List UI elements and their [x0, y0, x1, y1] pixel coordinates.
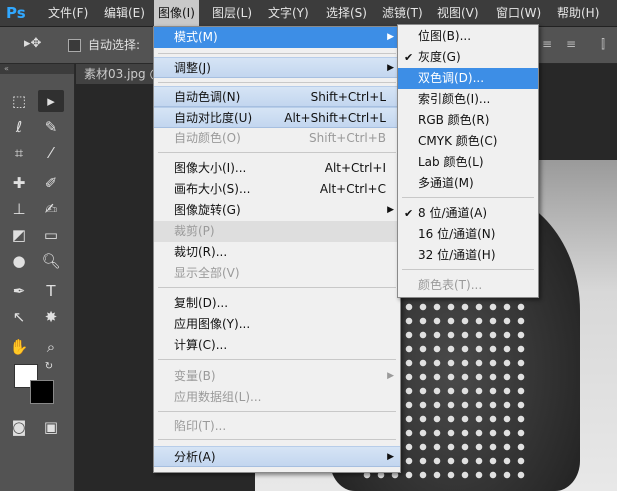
menu-image[interactable]: 图像(I): [154, 0, 199, 26]
history-brush-icon[interactable]: ✍: [38, 198, 64, 220]
mode-item-rgb[interactable]: RGB 颜色(R): [398, 110, 538, 131]
marquee-icon[interactable]: ⬚: [6, 90, 32, 112]
menu-item-reveal-all: 显示全部(V): [174, 266, 240, 280]
photoshop-logo: Ps: [6, 4, 26, 22]
gradient-icon[interactable]: ▭: [38, 224, 64, 246]
menu-item-adjustments[interactable]: 调整(J) ▶: [154, 57, 400, 78]
dodge-icon[interactable]: 🔍︎: [38, 250, 64, 272]
eyedropper-icon[interactable]: ⁄: [38, 142, 64, 164]
menu-edit[interactable]: 编辑(E): [100, 0, 149, 26]
zoom-icon[interactable]: ⌕: [38, 336, 64, 358]
pen-icon[interactable]: ✒: [6, 280, 32, 302]
menu-layer[interactable]: 图层(L): [208, 0, 256, 26]
path-select-icon[interactable]: ↖: [6, 306, 32, 328]
menu-separator: [158, 82, 396, 83]
mode-item-8bit[interactable]: ✔ 8 位/通道(A): [398, 203, 538, 224]
menu-item-duplicate[interactable]: 复制(D)...: [154, 293, 400, 314]
menu-item-apply-image[interactable]: 应用图像(Y)...: [154, 314, 400, 335]
submenu-arrow-icon: ▶: [387, 63, 394, 73]
align-icon[interactable]: ≡: [540, 37, 554, 51]
menu-item-trap: 陷印(T)...: [174, 419, 227, 433]
swap-colors-icon[interactable]: ↻: [36, 356, 62, 378]
stamp-icon[interactable]: ⊥: [6, 198, 32, 220]
healing-brush-icon[interactable]: ✚: [6, 172, 32, 194]
screen-mode-icon[interactable]: ▣: [38, 416, 64, 438]
quick-select-icon[interactable]: ✎: [38, 116, 64, 138]
checkmark-icon: ✔: [404, 207, 414, 220]
document-tab[interactable]: 素材03.jpg @: [76, 64, 164, 84]
mode-item-indexed-color[interactable]: 索引颜色(I)...: [398, 89, 538, 110]
menu-item-mode[interactable]: 模式(M) ▶: [154, 27, 400, 48]
background-color-swatch[interactable]: [30, 380, 54, 404]
menu-type[interactable]: 文字(Y): [264, 0, 313, 26]
mode-submenu: 位图(B)... ✔ 灰度(G) 双色调(D)... 索引颜色(I)... RGB…: [397, 24, 539, 298]
move-icon[interactable]: ▸: [38, 90, 64, 112]
toolbox-collapse-icon[interactable]: «: [0, 64, 74, 74]
auto-select-label: 自动选择:: [88, 38, 141, 52]
menu-help[interactable]: 帮助(H): [553, 0, 603, 26]
menu-file[interactable]: 文件(F): [44, 0, 92, 26]
menu-separator: [158, 152, 396, 153]
align-center-icon[interactable]: ≡: [564, 37, 578, 51]
menu-bar: Ps 文件(F) 编辑(E) 图像(I) 图层(L) 文字(Y) 选择(S) 滤…: [0, 0, 617, 27]
submenu-arrow-icon: ▶: [387, 452, 394, 462]
menu-separator: [158, 53, 396, 54]
mode-item-16bit[interactable]: 16 位/通道(N): [398, 224, 538, 245]
mode-item-color-table: 颜色表(T)...: [418, 278, 483, 292]
shape-icon[interactable]: ✸: [38, 306, 64, 328]
menu-item-auto-color: 自动颜色(O) Shift+Ctrl+B: [174, 131, 386, 145]
menu-item-apply-data-set: 应用数据组(L)...: [174, 390, 262, 404]
checkmark-icon: ✔: [404, 51, 414, 64]
menu-item-image-rotation[interactable]: 图像旋转(G) ▶: [154, 200, 400, 221]
mode-item-bitmap[interactable]: 位图(B)...: [398, 26, 538, 47]
brush-icon[interactable]: ✐: [38, 172, 64, 194]
distribute-icon[interactable]: ⫿: [596, 37, 610, 51]
submenu-arrow-icon: ▶: [387, 32, 394, 42]
mode-item-lab[interactable]: Lab 颜色(L): [398, 152, 538, 173]
menu-item-image-size[interactable]: 图像大小(I)... Alt+Ctrl+I: [154, 158, 400, 179]
submenu-arrow-icon: ▶: [387, 371, 394, 381]
menu-item-canvas-size[interactable]: 画布大小(S)... Alt+Ctrl+C: [154, 179, 400, 200]
menu-filter[interactable]: 滤镜(T): [378, 0, 427, 26]
eraser-icon[interactable]: ◩: [6, 224, 32, 246]
mode-item-multichannel[interactable]: 多通道(M): [398, 173, 538, 194]
blur-icon[interactable]: ●: [6, 250, 32, 272]
menu-select[interactable]: 选择(S): [322, 0, 371, 26]
hand-icon[interactable]: ✋: [6, 336, 32, 358]
type-icon[interactable]: T: [38, 280, 64, 302]
menu-item-variables: 变量(B) ▶: [154, 366, 400, 387]
menu-separator: [402, 269, 534, 270]
menu-separator: [158, 439, 396, 440]
menu-separator: [158, 359, 396, 360]
submenu-arrow-icon: ▶: [387, 205, 394, 215]
mode-item-grayscale[interactable]: ✔ 灰度(G): [398, 47, 538, 68]
image-menu: 模式(M) ▶ 调整(J) ▶ 自动色调(N) Shift+Ctrl+L 自动对比度(…: [153, 26, 401, 473]
crop-icon[interactable]: ⌗: [6, 142, 32, 164]
menu-window[interactable]: 窗口(W): [492, 0, 545, 26]
lasso-icon[interactable]: ℓ: [6, 116, 32, 138]
menu-separator: [158, 411, 396, 412]
menu-item-auto-contrast[interactable]: 自动对比度(U) Alt+Shift+Ctrl+L: [154, 107, 400, 128]
menu-item-auto-tone[interactable]: 自动色调(N) Shift+Ctrl+L: [154, 86, 400, 107]
auto-select-checkbox[interactable]: [68, 39, 81, 52]
menu-view[interactable]: 视图(V): [433, 0, 483, 26]
move-tool-icon[interactable]: ▸✥: [24, 36, 52, 54]
menu-item-trim[interactable]: 裁切(R)...: [154, 242, 400, 263]
menu-item-crop: 裁剪(P): [154, 221, 400, 242]
menu-item-analysis[interactable]: 分析(A) ▶: [154, 446, 400, 467]
toolbox: « ⬚ ▸ ℓ ✎ ⌗ ⁄ ✚ ✐ ⊥ ✍ ◩ ▭ ● 🔍︎ ✒ T ↖ ✸ ✋…: [0, 64, 75, 491]
mode-item-cmyk[interactable]: CMYK 颜色(C): [398, 131, 538, 152]
mode-item-32bit[interactable]: 32 位/通道(H): [398, 245, 538, 266]
menu-item-calculations[interactable]: 计算(C)...: [154, 335, 400, 356]
quick-mask-icon[interactable]: ◙: [6, 416, 32, 438]
mode-item-duotone[interactable]: 双色调(D)...: [398, 68, 538, 89]
menu-separator: [402, 197, 534, 198]
menu-separator: [158, 287, 396, 288]
